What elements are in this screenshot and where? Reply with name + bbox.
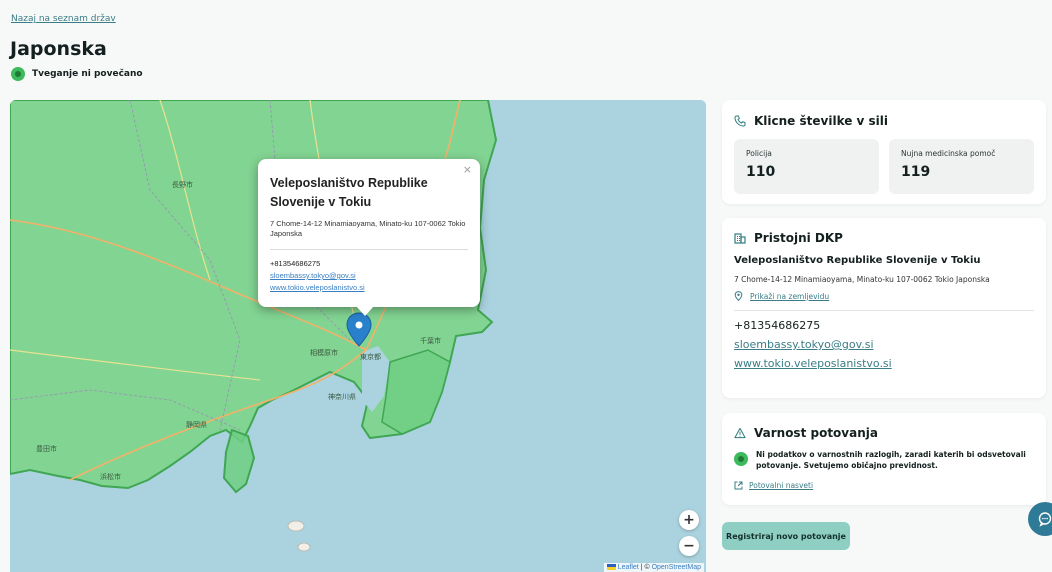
emergency-number: 110 (746, 164, 776, 180)
map-place-label: 静岡県 (186, 421, 207, 429)
emergency-numbers-card: Klicne številke v sili Policija 110 Nujn… (722, 100, 1046, 204)
emergency-numbers-list: Policija 110 Nujna medicinska pomoč 119 (734, 139, 1034, 194)
status-indicator-icon (11, 67, 25, 81)
openstreetmap-link[interactable]: OpenStreetMap (652, 564, 701, 571)
dkp-web-link[interactable]: www.tokio.veleposlanistvo.si (734, 357, 1034, 370)
location-pin-icon (734, 291, 743, 301)
embassy-popup: × Veleposlaništvo Republike Slovenije v … (258, 159, 480, 316)
safety-status: Ni podatkov o varnostnih razlogih, zarad… (734, 449, 1034, 471)
popup-divider (270, 249, 468, 250)
emergency-label: Nujna medicinska pomoč (901, 149, 996, 158)
risk-status-label: Tveganje ni povečano (32, 69, 143, 79)
popup-title: Veleposlaništvo Republike Slovenije v To… (270, 176, 428, 209)
map-place-label: 東京都 (360, 353, 381, 361)
dkp-email-link[interactable]: sloembassy.tokyo@gov.si (734, 338, 1034, 351)
dkp-address: 7 Chome-14-12 Minamiaoyama, Minato-ku 10… (734, 275, 990, 284)
chat-bubble-icon (1038, 512, 1052, 527)
dkp-divider (734, 310, 1034, 311)
warning-icon (734, 427, 746, 439)
emergency-item-police: Policija 110 (734, 139, 879, 194)
map-place-label: 浜松市 (100, 473, 121, 481)
map[interactable]: 長野市 相模原市 千葉市 東京都 神奈川県 静岡県 浜松市 豊田市 × Vele… (10, 100, 706, 572)
dkp-title: Pristojni DKP (754, 231, 843, 245)
external-link-icon (734, 481, 743, 490)
risk-status: Tveganje ni povečano (11, 67, 143, 81)
map-place-label: 相模原市 (310, 349, 338, 357)
map-place-label: 神奈川県 (328, 393, 356, 401)
emergency-item-medical: Nujna medicinska pomoč 119 (889, 139, 1034, 194)
map-place-label: 長野市 (172, 181, 193, 189)
emergency-numbers-title: Klicne številke v sili (754, 114, 889, 128)
phone-icon (734, 115, 746, 127)
competent-dkp-card: Pristojni DKP Veleposlaništvo Republike … (722, 218, 1046, 398)
dkp-name: Veleposlaništvo Republike Slovenije v To… (734, 255, 981, 266)
popup-address: 7 Chome-14-12 Minamiaoyama, Minato-ku 10… (270, 219, 466, 238)
attribution-separator: | © (638, 564, 652, 571)
map-attribution: Leaflet | © OpenStreetMap (603, 563, 704, 572)
zoom-out-button[interactable]: − (679, 536, 699, 556)
travel-advice-label: Potovalni nasveti (749, 481, 814, 490)
travel-advice-link[interactable]: Potovalni nasveti (734, 481, 1034, 490)
register-new-trip-button[interactable]: Registriraj novo potovanje (722, 522, 850, 550)
show-on-map-link[interactable]: Prikaži na zemljevidu (734, 291, 1034, 301)
travel-safety-card: Varnost potovanja Ni podatkov o varnostn… (722, 413, 1046, 505)
emergency-number: 119 (901, 164, 931, 180)
emergency-numbers-header: Klicne številke v sili (734, 114, 1034, 128)
chat-button[interactable] (1028, 502, 1052, 536)
dkp-header: Pristojni DKP (734, 231, 1034, 245)
popup-email-link[interactable]: sloembassy.tokyo@gov.si (270, 270, 468, 282)
show-on-map-label: Prikaži na zemljevidu (750, 291, 830, 301)
map-place-label: 千葉市 (420, 337, 441, 345)
zoom-in-button[interactable]: + (679, 510, 699, 530)
safety-text: Ni podatkov o varnostnih razlogih, zarad… (756, 450, 1026, 470)
map-place-label: 豊田市 (36, 445, 57, 453)
popup-phone: +81354686275 (270, 259, 321, 268)
popup-close-button[interactable]: × (463, 163, 472, 176)
building-icon (734, 232, 746, 244)
back-to-countries-link[interactable]: Nazaj na seznam držav (11, 14, 116, 24)
ukraine-flag-icon (606, 564, 616, 571)
dkp-phone: +81354686275 (734, 319, 821, 332)
page: Nazaj na seznam držav Japonska Tveganje … (0, 0, 1052, 572)
page-title: Japonska (10, 38, 107, 60)
status-indicator-icon (734, 452, 748, 466)
emergency-label: Policija (746, 149, 772, 158)
travel-safety-title: Varnost potovanja (754, 426, 878, 440)
leaflet-link[interactable]: Leaflet (618, 564, 639, 571)
travel-safety-header: Varnost potovanja (734, 426, 1034, 440)
popup-web-link[interactable]: www.tokio.veleposlanistvo.si (270, 282, 468, 294)
